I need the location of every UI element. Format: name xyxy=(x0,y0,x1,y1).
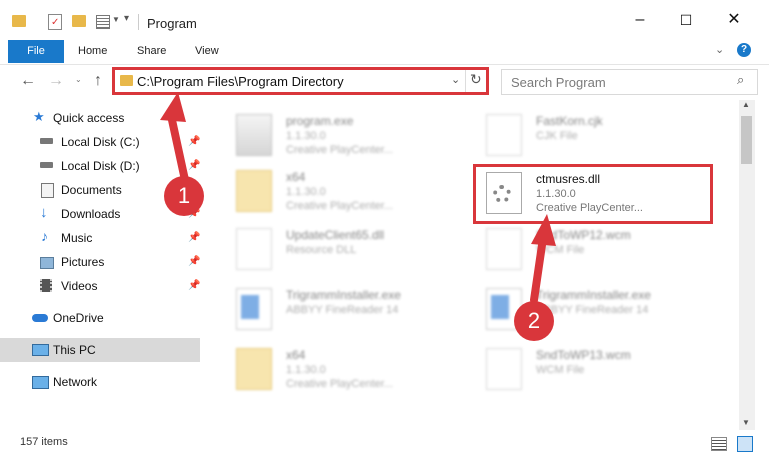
callout-arrows xyxy=(160,92,556,304)
arrow-1 xyxy=(160,92,189,184)
step-badge-2: 2 xyxy=(514,301,554,341)
step-badge-1: 1 xyxy=(164,176,204,216)
arrow-2 xyxy=(530,214,556,304)
